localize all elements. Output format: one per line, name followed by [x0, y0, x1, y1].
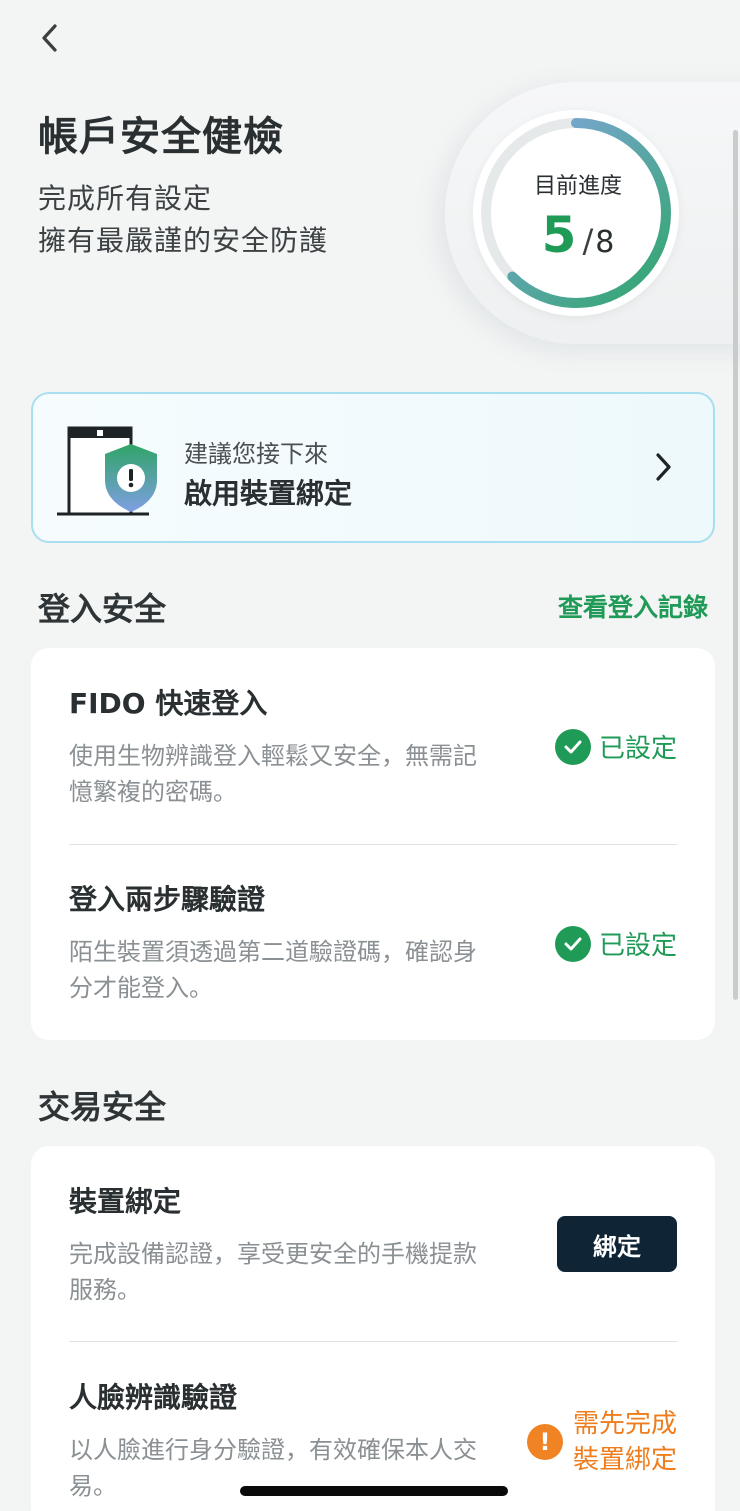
progress-label: 目前進度	[533, 174, 622, 199]
check-circle-icon	[554, 728, 591, 765]
progress-separator: /	[582, 222, 594, 260]
item-description: 陌生裝置須透過第二道驗證碼，確認身分才能登入。	[69, 938, 477, 1002]
view-login-history-link[interactable]: 查看登入記錄	[558, 588, 708, 624]
item-title: FIDO 快速登入	[69, 687, 268, 720]
status-badge-two-step: 已設定	[554, 925, 677, 962]
chevron-right-icon	[656, 453, 671, 481]
page-title: 帳戶安全健檢	[38, 114, 284, 160]
status-badge-fido: 已設定	[554, 728, 677, 765]
warning-badge: ! 需先完成 裝置綁定	[526, 1406, 677, 1478]
suggestion-action: 啟用裝置綁定	[184, 477, 353, 510]
chevron-left-icon	[42, 24, 57, 52]
suggestion-hint: 建議您接下來	[184, 440, 328, 468]
warning-line-2: 裝置綁定	[572, 1445, 677, 1475]
check-circle-icon	[554, 925, 591, 962]
progress-value: 5/8	[473, 206, 683, 264]
item-title: 登入兩步驟驗證	[69, 883, 266, 916]
status-text: 已設定	[598, 734, 677, 764]
progress-current: 5	[541, 206, 577, 264]
bind-button[interactable]: 綁定	[557, 1216, 677, 1272]
divider	[69, 844, 677, 845]
item-description: 完成設備認證，享受更安全的手機提款服務。	[69, 1240, 477, 1304]
section-title-login-security: 登入安全	[38, 590, 167, 628]
device-shield-icon	[57, 426, 157, 516]
scrollbar[interactable]	[733, 130, 738, 1000]
suggestion-card[interactable]: 建議您接下來 啟用裝置綁定	[31, 392, 715, 543]
status-text: 已設定	[598, 931, 677, 961]
page-subtitle: 完成所有設定 擁有最嚴謹的安全防護	[38, 178, 328, 262]
section-title-transaction-security: 交易安全	[38, 1088, 167, 1126]
item-description: 使用生物辨識登入輕鬆又安全，無需記憶繁複的密碼。	[69, 742, 477, 806]
subtitle-line-1: 完成所有設定	[38, 182, 213, 215]
divider	[69, 1341, 677, 1342]
transaction-security-card: 裝置綁定 完成設備認證，享受更安全的手機提款服務。 綁定 人臉辨識驗證 以人臉進…	[31, 1146, 715, 1511]
login-security-card: FIDO 快速登入 使用生物辨識登入輕鬆又安全，無需記憶繁複的密碼。 已設定 登…	[31, 648, 715, 1040]
item-title: 裝置綁定	[69, 1185, 182, 1218]
progress-total: 8	[595, 225, 615, 260]
warning-line-1: 需先完成	[572, 1409, 677, 1439]
exclamation-circle-icon: !	[526, 1424, 563, 1460]
subtitle-line-2: 擁有最嚴謹的安全防護	[38, 224, 329, 257]
back-button[interactable]	[30, 18, 70, 58]
warning-text: 需先完成 裝置綁定	[573, 1406, 677, 1478]
home-indicator	[240, 1486, 508, 1496]
